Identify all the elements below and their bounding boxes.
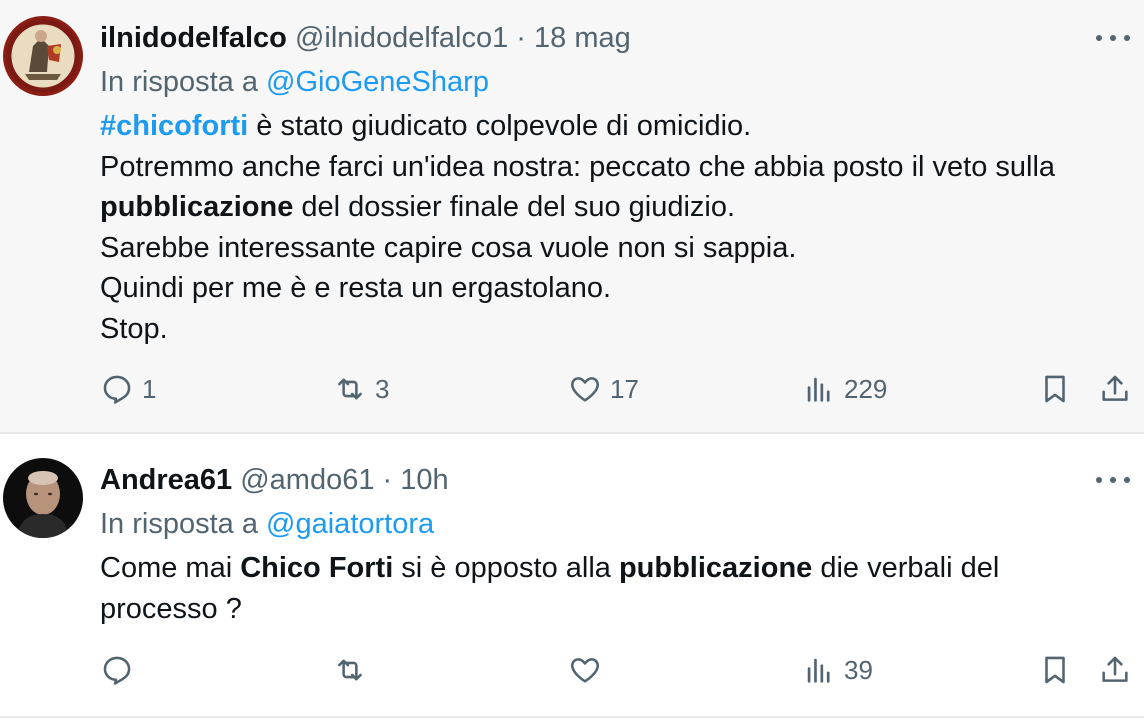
text-span: è stato giudicato colpevole di omicidio. [248,110,752,142]
text-line: Sarebbe interessante capire cosa vuole n… [100,231,797,264]
repost-icon [338,659,362,681]
repost-button[interactable]: 3 [333,369,389,409]
views-count: 39 [844,654,873,685]
text-span: si è opposto alla [393,552,619,584]
views-button[interactable]: 229 [802,369,887,409]
text-span: del dossier finale del suo giudizio. [293,191,736,223]
heart-icon [571,658,599,683]
repost-count: 3 [375,373,390,404]
text-line: #chicoforti è stato giudicato colpevole … [100,106,1130,147]
reply-button[interactable] [100,650,134,690]
separator: · [516,22,526,54]
more-icon[interactable] [1096,470,1130,490]
bookmark-button[interactable] [1038,369,1072,409]
text-line: Quindi per me è e resta un ergastolano. [100,272,612,304]
tweet-divider [0,716,1144,718]
avatar[interactable] [3,16,83,96]
hashtag-link[interactable]: #chicoforti [100,110,248,142]
text-line: Potremmo anche farci un'idea nostra: pec… [100,150,1056,183]
reply-to-handle[interactable]: @gaiatortora [266,508,434,540]
bold-text: pubblicazione [100,191,294,223]
bold-text: Chico Forti [240,552,394,584]
bookmark-button[interactable] [1038,650,1072,690]
tweet-header: Andrea61 @amdo61 · 10h [100,460,1144,500]
reply-prefix: In risposta a [100,508,258,540]
text-span: die verbali del [812,552,1000,584]
user-handle[interactable]: @amdo61 [240,464,374,496]
views-icon [807,658,830,683]
reply-context: In risposta a @GioGeneSharp [100,62,489,102]
repost-icon [338,378,362,400]
heart-icon [571,377,599,402]
tweet-1[interactable]: ilnidodelfalco @ilnidodelfalco1 · 18 mag… [0,0,1144,432]
reply-context: In risposta a @gaiatortora [100,504,434,544]
tweet-text: #chicoforti è stato giudicato colpevole … [100,106,1130,349]
tweet-header: ilnidodelfalco @ilnidodelfalco1 · 18 mag [100,18,1144,58]
bold-text: pubblicazione [618,552,813,584]
reply-icon [103,656,131,685]
like-count: 17 [610,373,639,404]
share-icon [1102,375,1128,401]
tweet-2[interactable]: Andrea61 @amdo61 · 10h In risposta a @ga… [0,434,1144,720]
text-span: Come mai [100,552,241,584]
repost-button[interactable] [333,650,367,690]
display-name[interactable]: ilnidodelfalco [100,22,287,54]
bookmark-icon [1045,375,1065,403]
text-line: Stop. [100,312,168,345]
more-icon[interactable] [1096,28,1130,48]
tweet-text: Come mai Chico Forti si è opposto alla p… [100,548,1130,629]
action-bar: 1 3 17 229 [0,369,1144,409]
like-button[interactable] [568,650,602,690]
reply-count: 1 [142,373,157,404]
text-line: processo ? [100,592,242,625]
text-line: Come mai Chico Forti si è opposto alla p… [100,548,1130,589]
views-count: 229 [844,373,888,404]
bookmark-icon [1045,656,1065,684]
reply-button[interactable]: 1 [100,369,156,409]
action-bar: 39 [0,650,1144,690]
avatar[interactable] [3,458,83,538]
display-name[interactable]: Andrea61 [100,464,232,496]
timestamp[interactable]: 18 mag [534,22,631,54]
reply-icon [103,375,131,404]
views-icon [807,377,830,402]
share-button[interactable] [1098,650,1132,690]
share-button[interactable] [1098,369,1132,409]
reply-prefix: In risposta a [100,66,258,98]
timestamp[interactable]: 10h [400,464,448,496]
like-button[interactable]: 17 [568,369,639,409]
reply-to-handle[interactable]: @GioGeneSharp [266,66,489,98]
user-handle[interactable]: @ilnidodelfalco1 [295,22,508,54]
text-line: pubblicazione del dossier finale del suo… [100,187,1130,228]
separator: · [382,464,393,496]
views-button[interactable]: 39 [802,650,873,690]
share-icon [1102,656,1128,682]
